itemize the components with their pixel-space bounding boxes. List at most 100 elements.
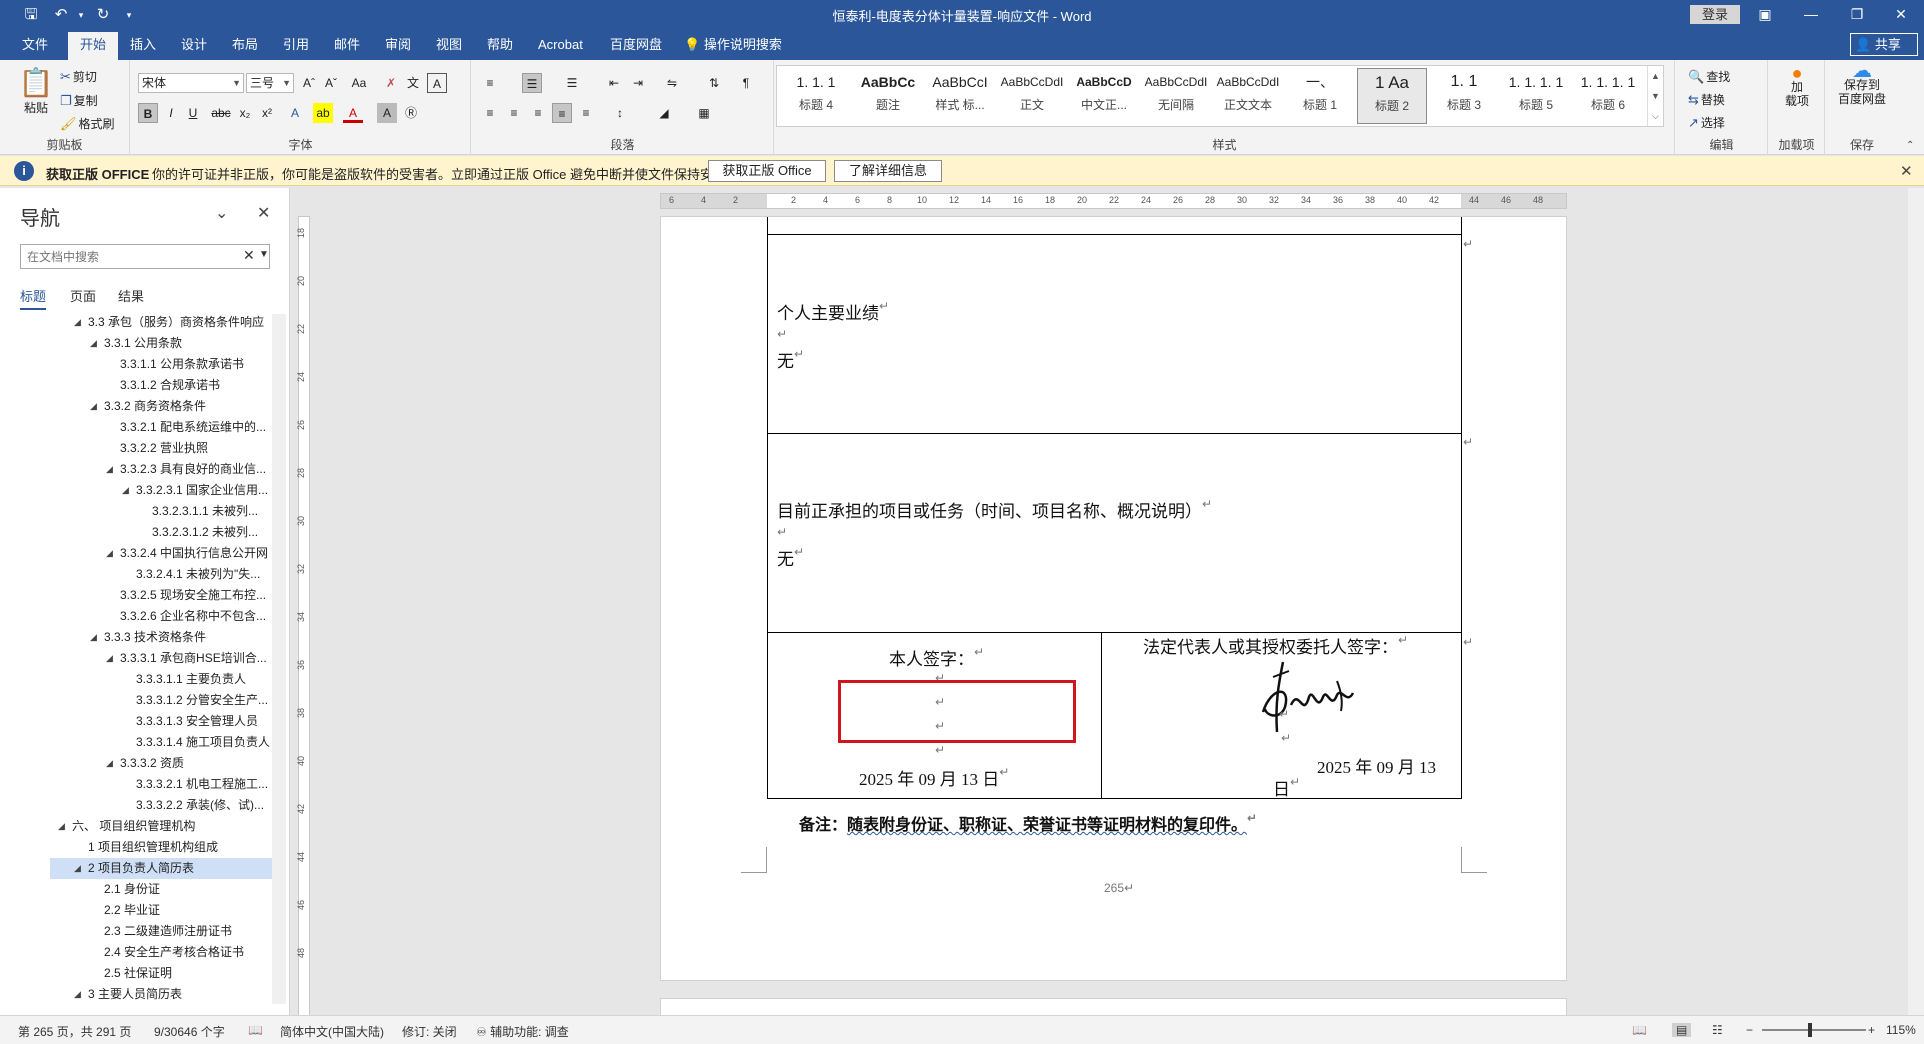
nav-heading-item[interactable]: 3.3.2.1 配电系统运维中的... bbox=[0, 417, 270, 438]
nav-heading-item[interactable]: ◢ 3.3.2.3.1 国家企业信用... bbox=[0, 480, 270, 501]
collapse-ribbon-icon[interactable]: ⌃ bbox=[1906, 140, 1914, 151]
nav-heading-item[interactable]: 3.3.2.3.1.1 未被列... bbox=[0, 501, 270, 522]
italic-icon[interactable]: I bbox=[161, 103, 181, 123]
addins-button[interactable]: ● 加 载项 bbox=[1775, 64, 1819, 108]
nav-heading-item[interactable]: ◢ 3.3.2.4 中国执行信息公开网 bbox=[0, 543, 270, 564]
nav-tab-headings[interactable]: 标题 bbox=[20, 286, 47, 310]
style-item[interactable]: 1. 1. 1 标题 4 bbox=[781, 68, 851, 124]
tab-home[interactable]: 开始 bbox=[68, 32, 119, 60]
style-item-selected[interactable]: 1 Aa 标题 2 bbox=[1357, 68, 1427, 124]
zoom-level[interactable]: 115% bbox=[1886, 1023, 1916, 1037]
tab-file[interactable]: 文件 bbox=[10, 29, 60, 60]
collapse-triangle-icon[interactable]: ◢ bbox=[58, 816, 65, 837]
nav-heading-item[interactable]: 3.3.3.2.1 机电工程施工... bbox=[0, 774, 270, 795]
nav-heading-item[interactable]: 3.3.3.1.2 分管安全生产... bbox=[0, 690, 270, 711]
style-item[interactable]: AaBbCc 题注 bbox=[853, 68, 923, 124]
style-item[interactable]: 一、 标题 1 bbox=[1285, 68, 1355, 124]
line-spacing-icon[interactable]: ↕ bbox=[610, 103, 630, 123]
proofing-icon[interactable]: 📖 bbox=[248, 1023, 263, 1037]
decrease-indent-icon[interactable]: ⇤ bbox=[604, 73, 624, 93]
nav-heading-item[interactable]: 3.3.2.5 现场安全施工布控... bbox=[0, 585, 270, 606]
style-item[interactable]: 1. 1. 1. 1 标题 6 bbox=[1573, 68, 1643, 124]
nav-heading-item[interactable]: 3.3.1.1 公用条款承诺书 bbox=[0, 354, 270, 375]
style-item[interactable]: 1. 1. 1. 1 标题 5 bbox=[1501, 68, 1571, 124]
align-center-icon[interactable]: ≡ bbox=[504, 103, 524, 123]
subscript-icon[interactable]: x₂ bbox=[235, 103, 255, 123]
format-painter-button[interactable]: 🖌 格式刷 bbox=[60, 115, 115, 132]
font-name-select[interactable]: 宋体 ▼ bbox=[138, 73, 244, 93]
increase-indent-icon[interactable]: ⇥ bbox=[628, 73, 648, 93]
tab-references[interactable]: 引用 bbox=[271, 29, 321, 60]
font-size-select[interactable]: 三号 ▼ bbox=[246, 73, 294, 93]
restore-icon[interactable]: ❐ bbox=[1834, 0, 1880, 29]
shrink-font-icon[interactable]: Aˇ bbox=[321, 73, 341, 93]
bold-icon[interactable]: B bbox=[138, 103, 158, 123]
align-right-icon[interactable]: ≡ bbox=[528, 103, 548, 123]
font-color-icon[interactable]: A bbox=[343, 103, 363, 123]
nav-heading-item[interactable]: 2.5 社保证明 bbox=[0, 963, 270, 984]
track-changes[interactable]: 修订: 关闭 bbox=[402, 1023, 457, 1040]
collapse-triangle-icon[interactable]: ◢ bbox=[106, 543, 113, 564]
justify-icon[interactable]: ≡ bbox=[552, 103, 572, 123]
nav-heading-item[interactable]: 3.3.3.1.4 施工项目负责人 bbox=[0, 732, 270, 753]
underline-icon[interactable]: U bbox=[183, 103, 203, 123]
nav-heading-item[interactable]: 3.3.3.2.2 承装(修、试)... bbox=[0, 795, 270, 816]
collapse-triangle-icon[interactable]: ◢ bbox=[90, 627, 97, 648]
collapse-triangle-icon[interactable]: ◢ bbox=[90, 396, 97, 417]
zoom-slider[interactable] bbox=[1762, 1029, 1866, 1031]
zoom-out-icon[interactable]: − bbox=[1746, 1023, 1753, 1037]
highlight-icon[interactable]: ab bbox=[313, 103, 333, 123]
nav-heading-item[interactable]: ◢ 3.3.3.1 承包商HSE培训合... bbox=[0, 648, 270, 669]
style-item[interactable]: 1. 1 标题 3 bbox=[1429, 68, 1499, 124]
replace-button[interactable]: ⇆ 替换 bbox=[1688, 91, 1725, 108]
nav-heading-item[interactable]: ◢ 3.3 承包（服务）商资格条件响应 bbox=[0, 312, 270, 333]
strikethrough-icon[interactable]: abc bbox=[211, 103, 231, 123]
collapse-triangle-icon[interactable]: ◢ bbox=[106, 753, 113, 774]
nav-heading-item[interactable]: ◢ 3.3.1 公用条款 bbox=[0, 333, 270, 354]
close-icon[interactable]: ✕ bbox=[1900, 162, 1913, 180]
chevron-down-icon[interactable]: ⌄ bbox=[215, 203, 228, 223]
copy-button[interactable]: ❐ 复制 bbox=[60, 92, 98, 109]
change-case-icon[interactable]: Aa bbox=[349, 73, 369, 93]
text-effects-icon[interactable]: A bbox=[285, 103, 305, 123]
collapse-triangle-icon[interactable]: ◢ bbox=[106, 459, 113, 480]
nav-heading-item[interactable]: 3.3.2.2 营业执照 bbox=[0, 438, 270, 459]
align-left-icon[interactable]: ≡ bbox=[480, 103, 500, 123]
read-mode-icon[interactable]: 📖 bbox=[1632, 1023, 1647, 1037]
collapse-triangle-icon[interactable]: ◢ bbox=[74, 984, 81, 1002]
zoom-slider-thumb[interactable] bbox=[1808, 1023, 1812, 1037]
select-button[interactable]: ↗ 选择 bbox=[1688, 114, 1725, 131]
distributed-icon[interactable]: ≡ bbox=[576, 103, 596, 123]
tab-view[interactable]: 视图 bbox=[424, 29, 474, 60]
clear-icon[interactable]: ✕ bbox=[243, 247, 255, 264]
language[interactable]: 简体中文(中国大陆) bbox=[280, 1023, 384, 1040]
style-item[interactable]: AaBbCcI 样式 标... bbox=[925, 68, 995, 124]
char-shading-icon[interactable]: A bbox=[377, 103, 397, 123]
nav-heading-item[interactable]: 3.3.3.1.3 安全管理人员 bbox=[0, 711, 270, 732]
search-input[interactable] bbox=[21, 245, 231, 268]
collapse-triangle-icon[interactable]: ◢ bbox=[106, 648, 113, 669]
login-button[interactable]: 登录 bbox=[1690, 5, 1740, 24]
collapse-triangle-icon[interactable]: ◢ bbox=[122, 480, 129, 501]
save-to-baidu-button[interactable]: ☁ 保存到 百度网盘 bbox=[1830, 61, 1894, 106]
accessibility[interactable]: ♾ 辅助功能: 调查 bbox=[476, 1023, 569, 1040]
superscript-icon[interactable]: x² bbox=[257, 103, 277, 123]
style-item[interactable]: AaBbCcDdI 正文 bbox=[997, 68, 1067, 124]
page-count[interactable]: 第 265 页，共 291 页 bbox=[18, 1023, 131, 1040]
learn-more-button[interactable]: 了解详细信息 bbox=[834, 160, 942, 182]
nav-heading-item[interactable]: ◢ 3.3.2 商务资格条件 bbox=[0, 396, 270, 417]
tab-layout[interactable]: 布局 bbox=[220, 29, 270, 60]
nav-heading-item[interactable]: 2.1 身份证 bbox=[0, 879, 270, 900]
tab-design[interactable]: 设计 bbox=[169, 29, 219, 60]
style-item[interactable]: AaBbCcDdI 无间隔 bbox=[1141, 68, 1211, 124]
nav-heading-item[interactable]: ◢ 2 项目负责人简历表 bbox=[50, 858, 272, 879]
find-button[interactable]: 🔍 查找 bbox=[1688, 68, 1730, 85]
nav-heading-item[interactable]: ◢ 六、 项目组织管理机构 bbox=[0, 816, 270, 837]
nav-heading-item[interactable]: 3.3.2.6 企业名称中不包含... bbox=[0, 606, 270, 627]
enclose-char-icon[interactable]: Ⓡ bbox=[401, 103, 421, 123]
nav-heading-item[interactable]: ◢ 3.3.3.2 资质 bbox=[0, 753, 270, 774]
minimize-icon[interactable]: — bbox=[1788, 0, 1834, 29]
multilevel-list-icon[interactable]: ☰ bbox=[562, 73, 582, 93]
clear-format-icon[interactable]: ✗ bbox=[381, 73, 401, 93]
nav-tab-pages[interactable]: 页面 bbox=[70, 286, 96, 305]
